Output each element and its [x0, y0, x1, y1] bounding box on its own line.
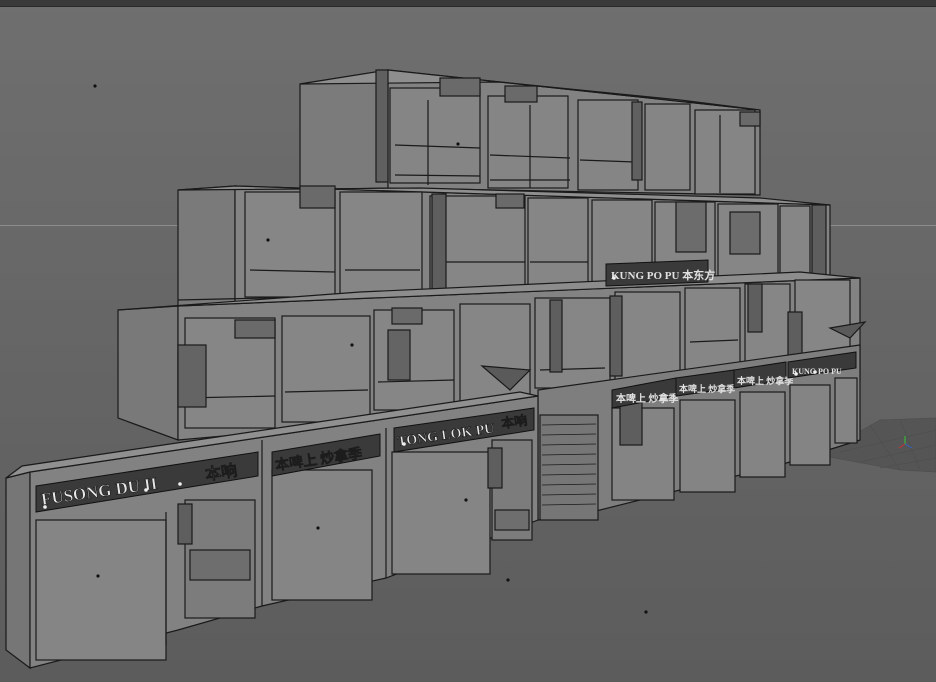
upper-sign-text: KUNG PO PU 本东方	[611, 268, 715, 282]
top-tier-block[interactable]	[299, 69, 761, 196]
upper-sign-kung-po: KUNG PO PU 本东方	[605, 259, 715, 287]
svg-text:本啤上 炒拿季: 本啤上 炒拿季	[679, 383, 736, 394]
viewport-scene[interactable]: KUNG PO PU 本东方 本啤上 炒拿季 本啤上 炒拿季 本啤上 炒拿季 K…	[0, 0, 936, 682]
svg-text:KUNG PO PU: KUNG PO PU	[792, 367, 842, 376]
svg-text:本啤上 炒拿季: 本啤上 炒拿季	[737, 375, 794, 386]
svg-text:本啤上 炒拿季: 本啤上 炒拿季	[616, 392, 679, 405]
